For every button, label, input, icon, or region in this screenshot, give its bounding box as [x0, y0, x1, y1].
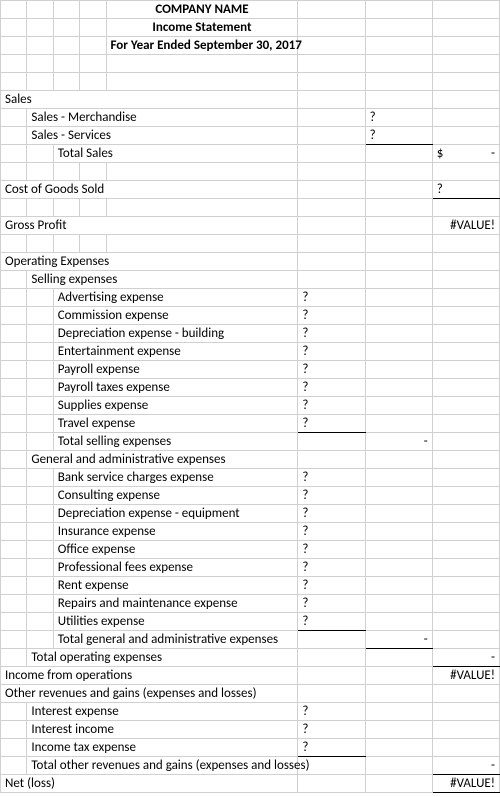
- row-label[interactable]: Professional fees expense: [53, 559, 298, 577]
- row-value[interactable]: -: [432, 757, 499, 775]
- row-label[interactable]: Payroll expense: [53, 361, 298, 379]
- ga-heading[interactable]: General and administrative expenses: [27, 451, 298, 469]
- statement-title[interactable]: Income Statement: [106, 19, 298, 37]
- row-value[interactable]: -: [432, 649, 499, 667]
- row-value[interactable]: ?: [298, 505, 365, 523]
- income-ops-label[interactable]: Income from operations: [1, 667, 298, 685]
- row-label[interactable]: Total general and administrative expense…: [53, 631, 298, 649]
- row-label[interactable]: Travel expense: [53, 415, 298, 433]
- row-value[interactable]: ?: [298, 739, 365, 757]
- row-label[interactable]: Total operating expenses: [27, 649, 298, 667]
- row-value[interactable]: ?: [298, 361, 365, 379]
- cogs-value[interactable]: ?: [432, 181, 499, 199]
- selling-heading[interactable]: Selling expenses: [27, 271, 298, 289]
- company-name[interactable]: COMPANY NAME: [106, 1, 298, 19]
- row-label[interactable]: Consulting expense: [53, 487, 298, 505]
- row-value[interactable]: ?: [298, 487, 365, 505]
- row-value[interactable]: ?: [298, 577, 365, 595]
- income-ops-value[interactable]: #VALUE!: [432, 667, 499, 685]
- row-value[interactable]: ?: [365, 127, 432, 145]
- currency-symbol: $: [437, 146, 444, 161]
- row-label[interactable]: Total Sales: [53, 145, 298, 163]
- row-value[interactable]: ?: [298, 289, 365, 307]
- spreadsheet-grid: COMPANY NAME Income Statement For Year E…: [0, 0, 500, 793]
- row-label[interactable]: Commission expense: [53, 307, 298, 325]
- row-value[interactable]: ?: [298, 703, 365, 721]
- row-value[interactable]: ?: [298, 343, 365, 361]
- row-value[interactable]: -: [365, 631, 432, 649]
- row-label[interactable]: Total other revenues and gains (expenses…: [27, 757, 298, 775]
- row-label[interactable]: Depreciation expense - building: [53, 325, 298, 343]
- row-label[interactable]: Rent expense: [53, 577, 298, 595]
- total-sales-value[interactable]: $ -: [432, 145, 499, 163]
- row-label[interactable]: Interest expense: [27, 703, 298, 721]
- period-label[interactable]: For Year Ended September 30, 2017: [106, 37, 298, 55]
- gross-profit-value[interactable]: #VALUE!: [432, 217, 499, 235]
- row-value[interactable]: ?: [298, 379, 365, 397]
- row-label[interactable]: Payroll taxes expense: [53, 379, 298, 397]
- row-value[interactable]: ?: [365, 109, 432, 127]
- row-value[interactable]: -: [365, 433, 432, 451]
- row-value[interactable]: ?: [298, 523, 365, 541]
- row-value[interactable]: ?: [298, 721, 365, 739]
- total-sales-amount: -: [491, 146, 495, 161]
- row-value[interactable]: ?: [298, 469, 365, 487]
- row-label[interactable]: Repairs and maintenance expense: [53, 595, 298, 613]
- gross-profit-label[interactable]: Gross Profit: [1, 217, 298, 235]
- row-value[interactable]: ?: [298, 307, 365, 325]
- row-label[interactable]: Total selling expenses: [53, 433, 298, 451]
- net-value[interactable]: #VALUE!: [432, 775, 499, 793]
- row-label[interactable]: Income tax expense: [27, 739, 298, 757]
- row-value[interactable]: ?: [298, 595, 365, 613]
- cogs-label[interactable]: Cost of Goods Sold: [1, 181, 298, 199]
- row-label[interactable]: Bank service charges expense: [53, 469, 298, 487]
- row-value[interactable]: ?: [298, 415, 365, 433]
- row-label[interactable]: Sales - Services: [27, 127, 298, 145]
- row-label[interactable]: Advertising expense: [53, 289, 298, 307]
- row-value[interactable]: ?: [298, 397, 365, 415]
- row-label[interactable]: Utilities expense: [53, 613, 298, 631]
- row-label[interactable]: Office expense: [53, 541, 298, 559]
- row-label[interactable]: Insurance expense: [53, 523, 298, 541]
- row-value[interactable]: ?: [298, 541, 365, 559]
- row-label[interactable]: Entertainment expense: [53, 343, 298, 361]
- sales-heading[interactable]: Sales: [1, 91, 298, 109]
- row-value[interactable]: ?: [298, 559, 365, 577]
- row-value[interactable]: ?: [298, 325, 365, 343]
- net-label[interactable]: Net (loss): [1, 775, 298, 793]
- other-heading[interactable]: Other revenues and gains (expenses and l…: [1, 685, 298, 703]
- row-value[interactable]: ?: [298, 613, 365, 631]
- row-label[interactable]: Sales - Merchandise: [27, 109, 298, 127]
- opex-heading[interactable]: Operating Expenses: [1, 253, 298, 271]
- row-label[interactable]: Depreciation expense - equipment: [53, 505, 298, 523]
- row-label[interactable]: Supplies expense: [53, 397, 298, 415]
- row-label[interactable]: Interest income: [27, 721, 298, 739]
